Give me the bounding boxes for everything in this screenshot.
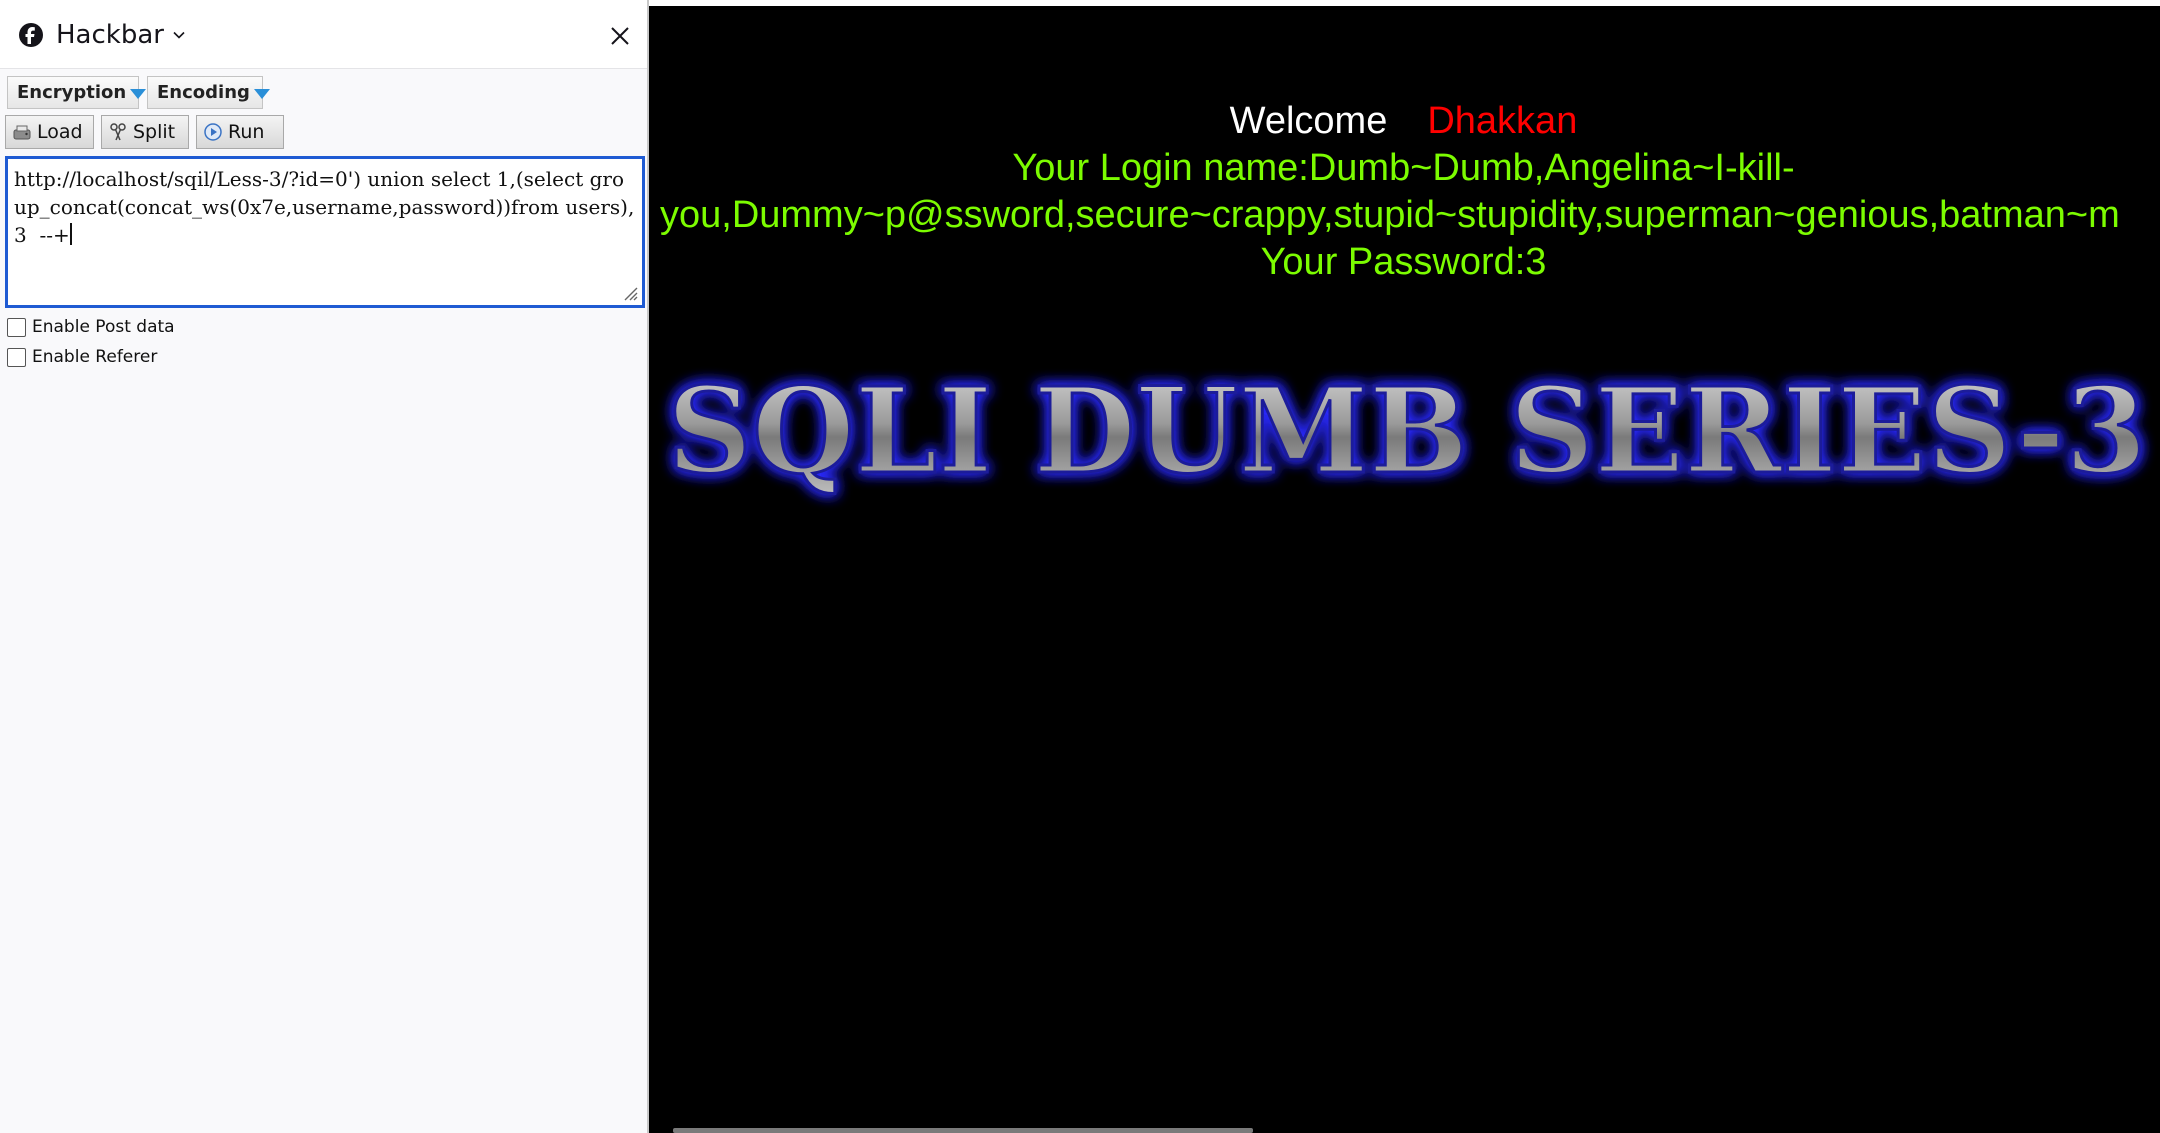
split-icon [110, 123, 126, 141]
text-caret [69, 223, 72, 245]
sqli-series-banner-logo: SQLI DUMB SERIES-3 [666, 364, 2149, 502]
load-button-label: Load [37, 121, 83, 143]
run-url-button[interactable]: Run [196, 115, 284, 149]
welcome-line: Welcome Dhakkan [647, 98, 2160, 144]
sidebar-header: Hackbar [0, 0, 647, 69]
enable-referer-checkbox[interactable] [7, 347, 26, 367]
url-input-value: http://localhost/sqil/Less-3/?id=0') uni… [14, 167, 635, 247]
split-button-label: Split [133, 121, 176, 143]
close-icon[interactable] [606, 22, 634, 50]
sidebar-switcher[interactable]: Hackbar [18, 20, 186, 50]
hackbar-sidebar: Hackbar Encryption Encoding Load Split R… [0, 0, 647, 1133]
load-url-button[interactable]: Load [5, 115, 94, 149]
login-name-continuation: you,Dummy~p@ssword,secure~crappy,stupid~… [660, 194, 2120, 236]
welcome-text: Welcome [1229, 100, 1388, 142]
enable-post-data-option[interactable]: Enable Post data [7, 316, 175, 338]
encoding-menu-label: Encoding [157, 82, 250, 103]
url-input[interactable]: http://localhost/sqil/Less-3/?id=0') uni… [5, 156, 645, 308]
web-page-content: Welcome Dhakkan Your Login name:Dumb~Dumb… [647, 6, 2160, 1133]
enable-referer-option[interactable]: Enable Referer [7, 346, 157, 368]
welcome-user-name: Dhakkan [1427, 100, 1578, 142]
dropdown-arrow-icon [253, 88, 270, 99]
encryption-menu[interactable]: Encryption [7, 76, 147, 109]
hackbar-logo-icon [19, 23, 43, 47]
run-button-label: Run [228, 121, 265, 143]
load-icon [13, 125, 31, 140]
horizontal-scrollbar[interactable] [673, 1128, 1253, 1133]
enable-post-data-label: Enable Post data [32, 317, 175, 337]
encryption-menu-label: Encryption [17, 82, 127, 103]
chevron-down-icon [173, 31, 185, 39]
banner-text: SQLI DUMB SERIES-3 [667, 364, 2147, 500]
enable-post-data-checkbox[interactable] [7, 317, 26, 337]
split-url-button[interactable]: Split [101, 115, 189, 149]
login-name-line: Your Login name:Dumb~Dumb,Angelina~I-kil… [1012, 147, 1795, 189]
sidebar-title: Hackbar [56, 20, 164, 50]
password-line: Your Password:3 [1260, 241, 1547, 283]
encoding-menu[interactable]: Encoding [147, 76, 270, 109]
resize-grip-icon[interactable] [618, 281, 638, 301]
enable-referer-label: Enable Referer [32, 347, 158, 367]
sidebar-divider[interactable] [647, 0, 649, 1133]
dropdown-arrow-icon [130, 88, 147, 99]
run-icon [204, 123, 222, 141]
